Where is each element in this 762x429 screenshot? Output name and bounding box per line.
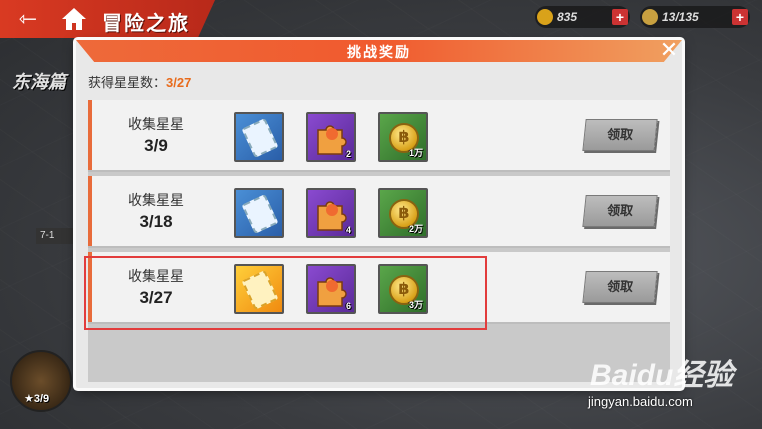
stamina-counter: 13/135 + — [640, 6, 750, 28]
row-label: 收集星星 — [128, 116, 184, 132]
claim-button[interactable]: 领取 — [582, 271, 658, 303]
watermark-url: jingyan.baidu.com — [588, 394, 693, 409]
item-qty: 1万 — [408, 148, 423, 158]
ticket-icon — [241, 194, 279, 234]
item-qty: 4 — [345, 225, 351, 235]
baidu-watermark: Baidu经验 jingyan.baidu.com — [582, 348, 757, 418]
stamina-value: 13/135 — [662, 10, 699, 24]
chest-star-count: ★3/9 — [24, 393, 50, 405]
dialog-title: 挑战奖励 — [347, 44, 411, 60]
stamina-icon — [642, 9, 658, 25]
coin-counter: 835 + — [535, 6, 630, 28]
coin-item-icon[interactable]: ฿ 2万 — [378, 188, 428, 238]
stage-tag[interactable]: 7-1 — [36, 228, 74, 244]
page-title: 冒险之旅 — [102, 13, 190, 35]
puzzle-icon — [317, 201, 347, 231]
reward-list: 收集星星 3/9 2 ฿ 1万 领取 收集星星 3/18 4 ฿ 2万 领取 收… — [88, 100, 670, 382]
star-summary: 获得星星数：3/27 — [88, 72, 191, 91]
add-coin-button[interactable]: + — [612, 9, 628, 25]
claim-button[interactable]: 领取 — [582, 119, 658, 151]
row-progress: 3/9 — [144, 136, 168, 155]
chapter-label: 东海篇 — [12, 72, 66, 92]
star-summary-value: 3/27 — [166, 75, 192, 90]
star-summary-label: 获得星星数： — [88, 75, 167, 90]
watermark-logo: Baidu经验 — [590, 359, 734, 392]
back-button[interactable]: ⇽ — [8, 6, 48, 32]
challenge-reward-dialog: 挑战奖励 ✕ 获得星星数：3/27 收集星星 3/9 2 ฿ 1万 领取 收集星… — [76, 37, 682, 388]
item-qty: 2万 — [408, 224, 423, 234]
coin-icon — [537, 9, 553, 25]
ticket-item-icon[interactable] — [234, 112, 284, 162]
back-arrow-icon: ⇽ — [18, 6, 38, 31]
puzzle-item-icon[interactable]: 2 — [306, 112, 356, 162]
top-bar: ⇽ 冒险之旅 835 + 13/135 + — [0, 0, 762, 38]
ticket-item-icon[interactable] — [234, 188, 284, 238]
coin-value: 835 — [557, 10, 578, 24]
puzzle-item-icon[interactable]: 4 — [306, 188, 356, 238]
close-button[interactable]: ✕ — [658, 37, 680, 62]
row-label: 收集星星 — [128, 192, 184, 208]
reward-row: 收集星星 3/18 4 ฿ 2万 领取 — [88, 176, 670, 248]
puzzle-icon — [317, 125, 347, 155]
home-button[interactable] — [60, 5, 88, 33]
ticket-icon — [241, 118, 279, 158]
item-qty: 2 — [345, 149, 351, 159]
coin-item-icon[interactable]: ฿ 1万 — [378, 112, 428, 162]
reward-row: 收集星星 3/9 2 ฿ 1万 领取 — [88, 100, 670, 172]
highlight-box — [84, 256, 487, 330]
close-icon: ✕ — [659, 37, 679, 62]
claim-button[interactable]: 领取 — [582, 195, 658, 227]
row-progress: 3/18 — [139, 212, 173, 231]
add-stamina-button[interactable]: + — [732, 9, 748, 25]
home-icon — [62, 8, 86, 30]
